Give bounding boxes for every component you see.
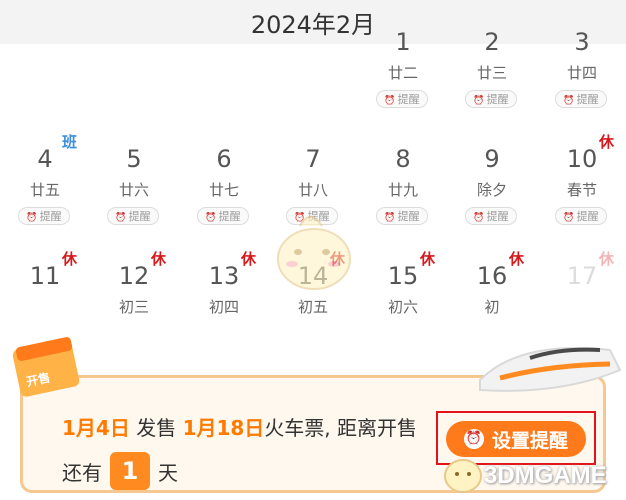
calendar-day-cell[interactable]: 5 廿六 ⏰ 提醒 [89, 117, 179, 227]
calendar-day-cell[interactable]: 9 除夕 ⏰ 提醒 [447, 117, 537, 227]
mascot-illustration [277, 216, 351, 290]
calendar-day-cell[interactable]: 1 廿二 ⏰ 提醒 [358, 0, 448, 110]
remind-button[interactable]: ⏰ 提醒 [197, 207, 249, 225]
alarm-clock-icon: ⏰ [384, 213, 396, 223]
alarm-clock-icon: ⏰ [205, 213, 217, 223]
month-title: 2024年2月 [250, 10, 376, 39]
calendar-day-cell[interactable]: 11 休 [0, 234, 90, 344]
lunar-date: 廿三 [476, 64, 507, 82]
workday-badge: 班 [62, 133, 78, 151]
lunar-date: 廿七 [208, 181, 239, 199]
calendar-day-cell[interactable]: 13 初四休 [179, 234, 269, 344]
remind-button[interactable]: ⏰ 提醒 [555, 90, 607, 108]
sale-text: 发售 [136, 416, 177, 440]
holiday-badge: 休 [241, 250, 257, 268]
day-number: 8 [395, 145, 411, 173]
watermark: 3DMGAME [440, 448, 626, 498]
alarm-clock-icon: ⏰ [563, 213, 575, 223]
lunar-date: 初四 [208, 298, 239, 316]
day-number: 1 [395, 28, 411, 56]
remind-label: 提醒 [576, 93, 599, 106]
holiday-badge: 休 [509, 250, 525, 268]
alarm-clock-icon: ⏰ [115, 213, 127, 223]
lunar-date: 廿四 [566, 64, 597, 82]
calendar-day-cell[interactable]: 4 廿五班 ⏰ 提醒 [0, 117, 90, 227]
calendar-day-cell[interactable]: 2 廿三 ⏰ 提醒 [447, 0, 537, 110]
day-number: 2 [484, 28, 500, 56]
lunar-date: 初六 [387, 298, 418, 316]
alarm-clock-icon: ⏰ [463, 429, 484, 449]
remind-button[interactable]: ⏰ 提醒 [555, 207, 607, 225]
calendar-day-cell[interactable]: 8 廿九 ⏰ 提醒 [358, 117, 448, 227]
alarm-clock-icon: ⏰ [563, 96, 575, 106]
countdown-prefix: 还有 [62, 460, 102, 485]
remind-button[interactable]: ⏰ 提醒 [376, 207, 428, 225]
day-number: 9 [484, 145, 500, 173]
alarm-clock-icon: ⏰ [473, 213, 485, 223]
countdown-row: 还有 1 天 [62, 452, 178, 490]
remind-label: 提醒 [128, 210, 151, 223]
holiday-badge: 休 [599, 250, 615, 268]
remind-button[interactable]: ⏰ 提醒 [376, 90, 428, 108]
sale-info-text: 1月4日 发售 1月18日火车票, 距离开售 [62, 412, 417, 441]
remind-button[interactable]: ⏰ 提醒 [465, 207, 517, 225]
watermark-mascot-icon [444, 459, 482, 493]
calendar-day-cell[interactable]: 12 初三休 [89, 234, 179, 344]
lunar-date: 廿六 [118, 181, 149, 199]
day-number: 6 [216, 145, 232, 173]
countdown-text: 火车票, 距离开售 [264, 416, 418, 440]
alarm-clock-icon: ⏰ [384, 96, 396, 106]
day-number: 5 [126, 145, 142, 173]
lunar-date: 除夕 [476, 181, 507, 199]
countdown-suffix: 天 [158, 460, 178, 485]
lunar-date: 春节 [566, 181, 597, 199]
remind-label: 提醒 [486, 210, 509, 223]
calendar-day-cell[interactable]: 6 廿七 ⏰ 提醒 [179, 117, 269, 227]
lunar-date: 初五 [297, 298, 328, 316]
remind-button[interactable]: ⏰ 提醒 [18, 207, 70, 225]
remind-label: 提醒 [486, 93, 509, 106]
lunar-date: 廿九 [387, 181, 418, 199]
remind-button[interactable]: ⏰ 提醒 [107, 207, 159, 225]
remind-label: 提醒 [39, 210, 62, 223]
remind-button[interactable]: ⏰ 提醒 [465, 90, 517, 108]
calendar-decoration-icon: 开售 [12, 337, 80, 397]
watermark-text: 3DMGAME [484, 462, 607, 489]
holiday-badge: 休 [62, 250, 78, 268]
alarm-clock-icon: ⏰ [473, 96, 485, 106]
countdown-days-value: 1 [110, 452, 150, 490]
day-number: 7 [305, 145, 321, 173]
day-number: 3 [574, 28, 590, 56]
train-decoration-icon [479, 347, 622, 392]
holiday-badge: 休 [599, 133, 615, 151]
remind-label: 提醒 [397, 210, 420, 223]
sale-start-date: 1月4日 [62, 416, 130, 440]
holiday-badge: 休 [151, 250, 167, 268]
alarm-clock-icon: ⏰ [26, 213, 38, 223]
travel-date: 1月18日 [182, 416, 265, 440]
calendar-day-cell[interactable]: 15 初六休 [358, 234, 448, 344]
calendar-day-cell[interactable]: 10 春节休 ⏰ 提醒 [537, 117, 626, 227]
remind-label: 提醒 [397, 93, 420, 106]
holiday-badge: 休 [420, 250, 436, 268]
lunar-date: 廿五 [29, 181, 60, 199]
lunar-date: 初三 [118, 298, 149, 316]
lunar-date: 廿八 [297, 181, 328, 199]
remind-label: 提醒 [576, 210, 599, 223]
calendar-day-cell[interactable]: 3 廿四 ⏰ 提醒 [537, 0, 626, 110]
remind-label: 提醒 [218, 210, 241, 223]
lunar-date: 廿二 [387, 64, 418, 82]
lunar-date: 初 [484, 298, 500, 316]
